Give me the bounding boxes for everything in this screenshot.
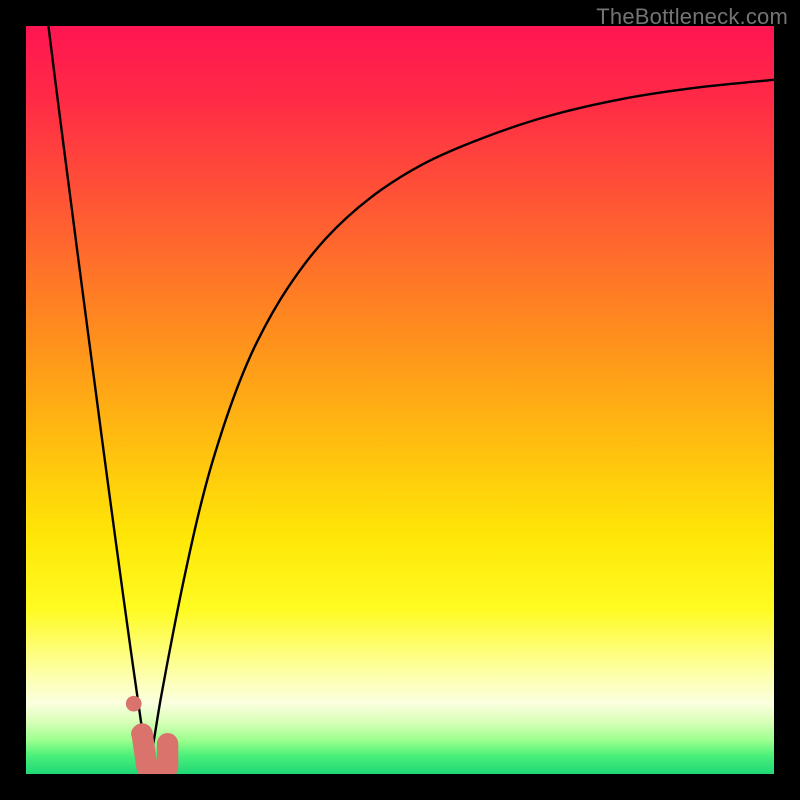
gradient-background: [26, 26, 774, 774]
chart-canvas: [26, 26, 774, 774]
outer-frame: TheBottleneck.com: [0, 0, 800, 800]
marker-dot-upper: [126, 696, 142, 712]
plot-area: [26, 26, 774, 774]
